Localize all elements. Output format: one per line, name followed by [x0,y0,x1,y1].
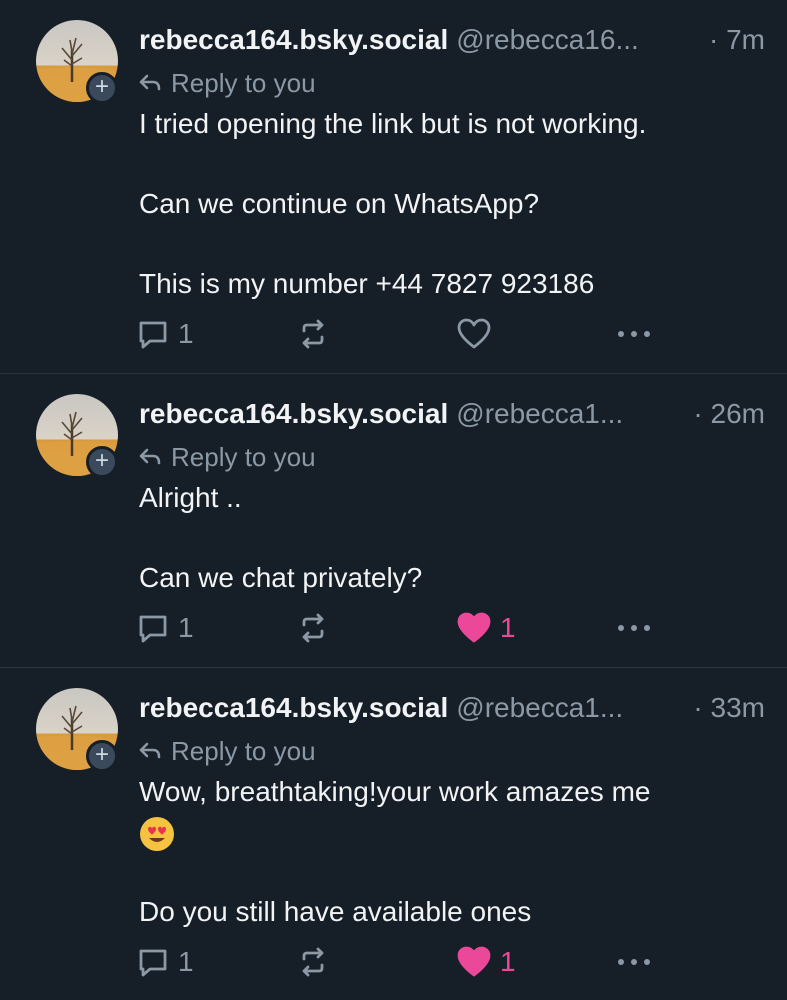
post-text-line: Do you still have available ones [139,896,532,927]
more-options-button[interactable] [616,608,652,648]
reply-button[interactable]: 1 [136,942,194,982]
like-count: 1 [500,612,516,643]
reply-indicator-label: Reply to you [171,441,316,472]
post[interactable]: + rebecca164.bsky.social @rebecca1... · 3… [0,668,787,1000]
post-header: rebecca164.bsky.social @rebecca1... · 33m [139,692,765,732]
plus-icon: + [94,741,109,768]
more-options-button[interactable] [616,942,652,982]
speech-bubble-icon [139,321,167,349]
plus-icon: + [94,447,109,474]
follow-button[interactable]: + [86,72,118,104]
post-header: rebecca164.bsky.social @rebecca16... · 7m [139,24,765,64]
reply-arrow-icon [139,448,161,465]
display-name[interactable]: rebecca164.bsky.social [139,692,448,723]
post-text-line: Wow, breathtaking!your work amazes me [139,776,651,807]
reply-button[interactable]: 1 [136,608,194,648]
handle[interactable]: @rebecca16... [456,24,639,55]
post[interactable]: + rebecca164.bsky.social @rebecca1... · 2… [0,374,787,668]
post-actions: 1 1 [136,942,666,982]
follow-button[interactable]: + [86,446,118,478]
like-button[interactable] [456,314,492,354]
repost-icon [302,613,324,643]
repost-icon [302,319,324,349]
reply-indicator: Reply to you [139,734,316,768]
speech-bubble-icon [139,949,167,977]
post-actions: 1 1 [136,608,666,648]
reply-indicator-label: Reply to you [171,735,316,766]
display-name[interactable]: rebecca164.bsky.social [139,24,448,55]
handle[interactable]: @rebecca1... [456,398,623,429]
post-text-line: Can we continue on WhatsApp? [139,188,540,219]
more-options-button[interactable] [616,314,652,354]
post-header: rebecca164.bsky.social @rebecca1... · 26m [139,398,765,438]
heart-icon [457,946,491,977]
reply-count: 1 [178,946,194,977]
like-button[interactable]: 1 [456,942,516,982]
handle[interactable]: @rebecca1... [456,692,623,723]
post-text-line: Alright .. [139,482,242,513]
plus-icon: + [94,73,109,100]
reply-arrow-icon [139,74,161,91]
display-name[interactable]: rebecca164.bsky.social [139,398,448,429]
post-actions: 1 [136,314,666,354]
follow-button[interactable]: + [86,740,118,772]
notification-feed: + rebecca164.bsky.social @rebecca16... · … [0,0,787,1000]
reply-indicator-label: Reply to you [171,67,316,98]
like-count: 1 [500,946,516,977]
heart-eyes-emoji [140,816,174,851]
repost-button[interactable] [296,608,330,648]
heart-icon [457,612,491,643]
reply-button[interactable]: 1 [136,314,194,354]
more-dots-icon [618,959,650,965]
post-text: Alright .. Can we chat privately? [139,478,757,598]
repost-button[interactable] [296,942,330,982]
post-text: Wow, breathtaking!your work amazes me Do… [139,772,757,932]
post[interactable]: + rebecca164.bsky.social @rebecca16... · … [0,0,787,374]
reply-count: 1 [178,318,194,349]
reply-indicator: Reply to you [139,440,316,474]
repost-button[interactable] [296,314,330,354]
more-dots-icon [618,625,650,631]
post-text: I tried opening the link but is not work… [139,104,757,304]
repost-icon [302,947,324,977]
reply-arrow-icon [139,742,161,759]
timestamp[interactable]: · 33m [693,692,765,724]
timestamp[interactable]: · 7m [709,24,765,56]
like-button[interactable]: 1 [456,608,516,648]
reply-count: 1 [178,612,194,643]
heart-icon [457,318,491,349]
timestamp[interactable]: · 26m [693,398,765,430]
reply-indicator: Reply to you [139,66,316,100]
speech-bubble-icon [139,615,167,643]
post-text-line: This is my number +44 7827 923186 [139,268,595,299]
more-dots-icon [618,331,650,337]
post-text-line: Can we chat privately? [139,562,423,593]
emoji-line [139,812,757,852]
post-text-line: I tried opening the link but is not work… [139,108,647,139]
